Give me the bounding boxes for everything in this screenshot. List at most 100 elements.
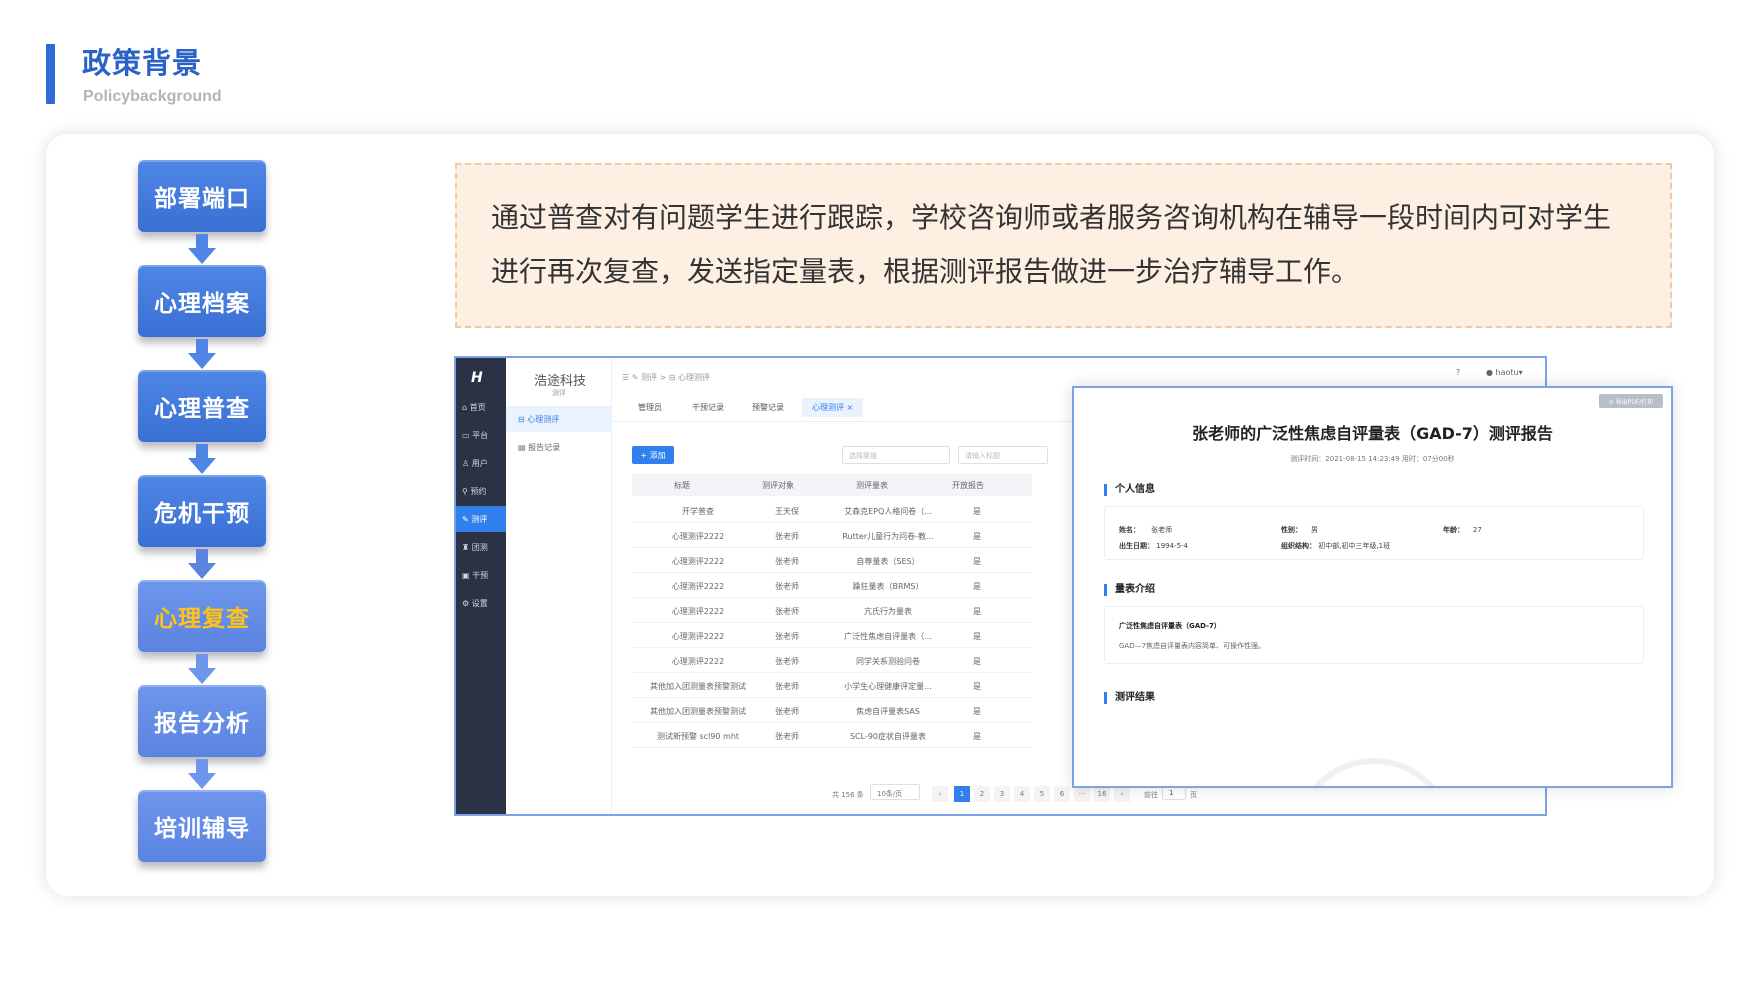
table-cell: 是: [973, 532, 981, 541]
sidebar-item-home[interactable]: ⌂ 首页: [456, 394, 506, 420]
sidebar-item-users[interactable]: ♙ 用户: [456, 450, 506, 476]
tab-assessment[interactable]: 心理测评 ×: [802, 398, 864, 417]
page-subtitle: Policybackground: [83, 88, 222, 105]
scale-name: 广泛性焦虑自评量表（GAD-7）: [1119, 622, 1221, 630]
table-cell: 张老师: [775, 707, 799, 716]
user-menu[interactable]: ● haotu▾: [1486, 368, 1523, 377]
app-brand: 浩途科技: [534, 374, 587, 389]
table-cell: 是: [973, 557, 981, 566]
table-cell: 是: [973, 657, 981, 666]
page-button[interactable]: 16: [1094, 786, 1110, 802]
table-cell: 心理测评2222: [671, 632, 725, 641]
page-title: 政策背景: [82, 46, 203, 80]
table-cell: 张老师: [775, 632, 799, 641]
search-input[interactable]: 请输入标题: [958, 446, 1048, 464]
flow-step-deploy[interactable]: 部署端口: [138, 160, 266, 232]
pager-total: 共 156 条: [832, 791, 864, 799]
table-cell: 焦虑自评量表SAS: [856, 707, 920, 716]
page-button[interactable]: 2: [974, 786, 990, 802]
next-page-button[interactable]: ›: [1114, 786, 1130, 802]
sidebar-item-platform[interactable]: ▭ 平台: [456, 422, 506, 448]
field-age: 年龄： 27: [1443, 526, 1482, 534]
section-scale-intro: 量表介绍: [1104, 584, 1155, 596]
page-button[interactable]: ···: [1074, 786, 1090, 802]
monitor-icon: ▭: [462, 430, 473, 440]
avatar: ●: [1486, 368, 1496, 377]
field-birth: 出生日期： 1994-5-4: [1119, 542, 1189, 550]
table-row[interactable]: 心理测评2222 张老师 自尊量表（SES） 是: [632, 548, 1032, 573]
table-cell: 是: [973, 507, 981, 516]
report-time: 测评时间：2021-08-15 14:23:49 用时：07分00秒: [1290, 455, 1455, 463]
table-cell: 心理测评2222: [671, 607, 725, 616]
table-cell: 是: [973, 607, 981, 616]
page-button[interactable]: 6: [1054, 786, 1070, 802]
table-cell: 是: [973, 707, 981, 716]
channel-select[interactable]: 选择渠道: [842, 446, 950, 464]
table-row[interactable]: 测试新预警 scl90 mht 张老师 SCL-90症状自评量表 是: [632, 723, 1032, 748]
table-cell: Rutter儿童行为问卷-教...: [842, 532, 934, 541]
edit-icon: ✎: [462, 514, 472, 524]
table-row[interactable]: 心理测评2222 张老师 躁狂量表（BRMS） 是: [632, 573, 1032, 598]
table-cell: 其他加入团测量表预警测试: [650, 707, 746, 716]
sidebar-item-appointment[interactable]: ⚲ 预约: [456, 478, 506, 504]
table-row[interactable]: 开学普查 王天保 艾森克EPQ人格问卷（... 是: [632, 498, 1032, 523]
table-row[interactable]: 心理测评2222 张老师 Rutter儿童行为问卷-教... 是: [632, 523, 1032, 548]
export-pdf-button[interactable]: ⊙ 导出PDF/打印: [1599, 394, 1663, 408]
help-icon[interactable]: ?: [1456, 368, 1460, 377]
table-row[interactable]: 心理测评2222 张老师 广泛性焦虑自评量表（... 是: [632, 623, 1032, 648]
arrow-down-icon: [188, 339, 216, 369]
table-header: 标题 测评对象 测评量表 开放报告: [632, 474, 1032, 496]
table-row[interactable]: 其他加入团测量表预警测试 张老师 焦虑自评量表SAS 是: [632, 698, 1032, 723]
table-cell: 小学生心理健康评定量...: [844, 682, 932, 691]
section-personal-info: 个人信息: [1104, 484, 1155, 496]
flow-step-survey[interactable]: 心理普查: [138, 370, 266, 442]
table-cell: 王天保: [775, 507, 799, 516]
sidebar-item-intervention[interactable]: ▣ 干预: [456, 562, 506, 588]
scale-desc: GAD—7焦虑自评量表内容简单、可操作性强。: [1119, 642, 1266, 650]
user-icon: ♙: [462, 458, 472, 468]
table-cell: 躁狂量表（BRMS）: [852, 582, 924, 591]
table-cell: 心理测评2222: [671, 557, 725, 566]
section-result: 测评结果: [1104, 692, 1155, 704]
table-row[interactable]: 心理测评2222 张老师 同学关系测验问卷 是: [632, 648, 1032, 673]
table-cell: 测试新预警 scl90 mht: [656, 732, 740, 741]
table-cell: 是: [973, 632, 981, 641]
sidebar-item-assessment[interactable]: ✎ 测评: [456, 506, 506, 532]
page-button[interactable]: 1: [954, 786, 970, 802]
table-row[interactable]: 其他加入团测量表预警测试 张老师 小学生心理健康评定量... 是: [632, 673, 1032, 698]
page-size-select[interactable]: 10条/页: [870, 784, 920, 800]
sidebar-item-settings[interactable]: ⚙ 设置: [456, 590, 506, 616]
table-cell: 自尊量表（SES）: [856, 557, 920, 566]
description-box: 通过普查对有问题学生进行跟踪，学校咨询师或者服务咨询机构在辅导一段时间内可对学生…: [455, 163, 1672, 328]
tab-intervention[interactable]: 干预记录: [692, 402, 724, 413]
prev-page-button[interactable]: ‹: [932, 786, 948, 802]
field-gender: 性别： 男: [1281, 526, 1318, 534]
flow-step-training[interactable]: 培训辅导: [138, 790, 266, 862]
arrow-down-icon: [188, 444, 216, 474]
scale-intro-box: 广泛性焦虑自评量表（GAD-7） GAD—7焦虑自评量表内容简单、可操作性强。: [1104, 606, 1644, 664]
app-sidebar: H ⌂ 首页 ▭ 平台 ♙ 用户 ⚲ 预约 ✎ 测评 ♜ 团测 ▣ 干预 ⚙ 设…: [456, 358, 506, 814]
app-brand-sub: 测评: [552, 389, 566, 397]
flow-step-crisis[interactable]: 危机干预: [138, 475, 266, 547]
page-button[interactable]: 3: [994, 786, 1010, 802]
flow-step-recheck[interactable]: 心理复查: [138, 580, 266, 652]
subnav-item-assessment[interactable]: ⊟ 心理测评: [506, 406, 612, 432]
table-cell: 张老师: [775, 557, 799, 566]
add-button[interactable]: + 添加: [632, 446, 674, 464]
field-org: 组织结构： 初中部,初中三年级,1班: [1281, 542, 1391, 550]
table-cell: 张老师: [775, 732, 799, 741]
file-icon: ▤: [518, 442, 529, 452]
tab-warning[interactable]: 预警记录: [752, 402, 784, 413]
group-icon: ♜: [462, 542, 472, 552]
flow-step-report[interactable]: 报告分析: [138, 685, 266, 757]
flow-step-archive[interactable]: 心理档案: [138, 265, 266, 337]
tab-admin[interactable]: 管理员: [638, 402, 662, 413]
home-icon: ⌂: [462, 402, 470, 412]
table-row[interactable]: 心理测评2222 张老师 亢氏行为量表 是: [632, 598, 1032, 623]
subnav-item-records[interactable]: ▤ 报告记录: [506, 434, 612, 460]
table-cell: SCL-90症状自评量表: [849, 732, 927, 741]
page-button[interactable]: 4: [1014, 786, 1030, 802]
report-panel: ⊙ 导出PDF/打印 张老师的广泛性焦虑自评量表（GAD-7）测评报告 测评时间…: [1072, 386, 1673, 788]
sidebar-item-group-test[interactable]: ♜ 团测: [456, 534, 506, 560]
page-button[interactable]: 5: [1034, 786, 1050, 802]
